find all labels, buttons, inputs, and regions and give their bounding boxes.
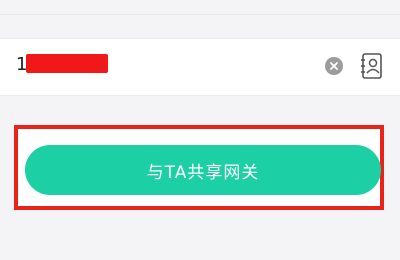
clear-icon[interactable] [325, 57, 343, 75]
share-gateway-label: 与TA共享网关 [146, 162, 260, 183]
redaction-mark [26, 54, 108, 73]
contact-book-icon[interactable] [360, 52, 384, 80]
close-icon [330, 62, 338, 70]
contact-book-svg [361, 53, 382, 79]
top-strip [0, 0, 400, 15]
share-gateway-screen: 1 8 与TA共享网关 [0, 0, 400, 260]
share-gateway-button[interactable]: 与TA共享网关 [25, 145, 381, 195]
